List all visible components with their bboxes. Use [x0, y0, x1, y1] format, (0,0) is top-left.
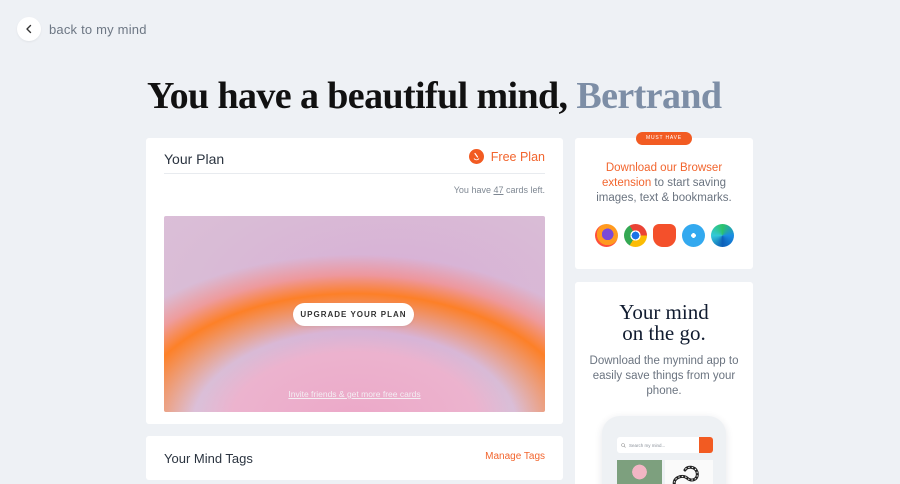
flower-thumbnail	[617, 460, 662, 484]
back-link-label[interactable]: back to my mind	[49, 22, 147, 37]
app-title: Your mind on the go.	[575, 302, 753, 344]
chrome-icon[interactable]	[624, 224, 647, 247]
plan-header: Your Plan Free Plan	[164, 148, 545, 174]
brave-icon[interactable]	[653, 224, 676, 247]
invite-friends-link[interactable]: Invite friends & get more free cards	[164, 389, 545, 399]
free-plan-indicator[interactable]: Free Plan	[468, 148, 545, 164]
must-have-badge: MUST HAVE	[636, 132, 692, 145]
free-plan-label[interactable]: Free Plan	[491, 150, 545, 164]
chevron-left-icon[interactable]	[17, 17, 41, 41]
upgrade-plan-button[interactable]: UPGRADE YOUR PLAN	[293, 303, 414, 326]
tags-title: Your Mind Tags	[164, 451, 253, 466]
manage-tags-link[interactable]: Manage Tags	[485, 451, 545, 462]
search-icon	[621, 442, 626, 448]
app-title-line1: Your mind	[619, 300, 709, 324]
edge-icon[interactable]	[711, 224, 734, 247]
user-name: Bertrand	[576, 75, 722, 117]
cards-left-count: 47	[493, 185, 504, 195]
phone-search-button	[699, 437, 713, 453]
mobile-app-card: Your mind on the go. Download the mymind…	[575, 282, 753, 484]
browser-extension-card: MUST HAVE Download our Browser extension…	[575, 132, 753, 269]
snake-thumbnail	[665, 460, 713, 484]
greeting-text: You have a beautiful mind,	[147, 75, 577, 117]
cards-left-text: You have 47 cards left.	[454, 185, 545, 195]
phone-search-bar: Search my mind...	[617, 437, 713, 453]
page-title: You have a beautiful mind, Bertrand	[147, 74, 722, 118]
plan-card: Your Plan Free Plan You have 47 cards le…	[146, 138, 563, 424]
cards-left-suffix: cards left.	[503, 185, 545, 195]
browser-icons	[595, 224, 734, 247]
extension-description: Download our Browser extension to start …	[575, 161, 753, 206]
phone-search-placeholder: Search my mind...	[629, 442, 666, 448]
phone-mockup: Search my mind...	[602, 416, 726, 484]
tags-card: Your Mind Tags Manage Tags	[146, 436, 563, 480]
back-link[interactable]: back to my mind	[17, 17, 147, 41]
firefox-icon[interactable]	[595, 224, 618, 247]
cards-left-prefix: You have	[453, 185, 494, 195]
upgrade-banner: UPGRADE YOUR PLAN Invite friends & get m…	[164, 216, 545, 412]
plan-title: Your Plan	[164, 151, 225, 167]
app-description: Download the mymind app to easily save t…	[589, 355, 739, 397]
plan-gauge-icon	[468, 149, 484, 164]
app-title-line2: on the go.	[622, 321, 706, 345]
safari-icon[interactable]	[682, 224, 705, 247]
